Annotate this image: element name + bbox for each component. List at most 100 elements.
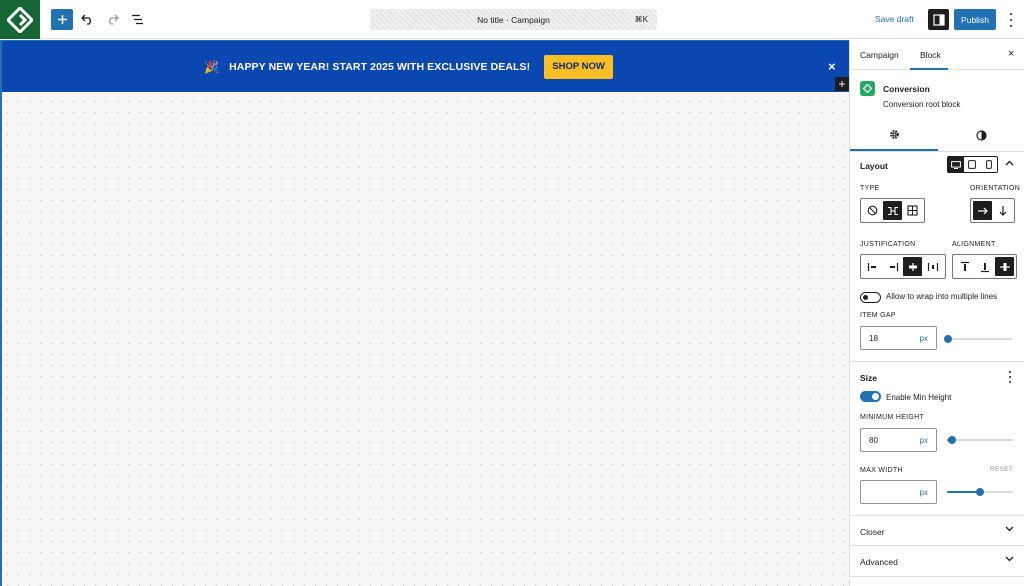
- min-height-value: 80: [869, 436, 878, 445]
- editor-canvas[interactable]: 🎉 HAPPY NEW YEAR! START 2025 WITH EXCLUS…: [0, 40, 849, 586]
- size-section-title: Size: [860, 373, 878, 383]
- dot-icon: [1009, 376, 1011, 378]
- slider-thumb[interactable]: [976, 488, 984, 496]
- orientation-vertical-button[interactable]: [993, 201, 1012, 220]
- item-gap-slider[interactable]: [944, 335, 1013, 343]
- type-none-button[interactable]: [863, 201, 882, 220]
- max-width-slider[interactable]: [947, 488, 1013, 496]
- promo-banner[interactable]: 🎉 HAPPY NEW YEAR! START 2025 WITH EXCLUS…: [2, 41, 849, 92]
- mobile-device-button[interactable]: [981, 157, 997, 172]
- panel-title: Closer: [860, 527, 885, 537]
- justify-center-button[interactable]: [903, 257, 922, 276]
- section-divider: [850, 576, 1024, 577]
- document-overview-button[interactable]: [126, 9, 148, 30]
- layout-type-control: [860, 198, 925, 223]
- max-width-label: MAX WIDTH: [860, 467, 903, 474]
- block-settings-sidebar: Campaign Block × Conversion Conversion r…: [849, 40, 1024, 586]
- type-grid-button[interactable]: [903, 201, 922, 220]
- block-description: Conversion root block: [883, 100, 961, 109]
- collapse-layout-button[interactable]: [1005, 159, 1014, 168]
- gear-icon: [889, 130, 899, 139]
- publish-button[interactable]: Publish: [954, 9, 996, 30]
- tab-block[interactable]: Block: [920, 50, 941, 60]
- align-center-icon: [999, 262, 1010, 271]
- save-draft-button[interactable]: Save draft: [875, 14, 914, 24]
- align-bottom-icon: [980, 262, 989, 272]
- align-center-button[interactable]: [995, 257, 1014, 276]
- sidebar-icon: [932, 13, 945, 26]
- redo-button[interactable]: [101, 9, 123, 30]
- dot-icon: [1010, 19, 1012, 21]
- chevron-up-icon: [1005, 160, 1014, 166]
- tab-settings[interactable]: [850, 120, 938, 151]
- close-sidebar-icon[interactable]: ×: [1008, 48, 1014, 60]
- list-view-icon: [131, 14, 143, 25]
- command-palette-bar[interactable]: No title · Campaign ⌘K: [370, 9, 657, 30]
- chevron-down-icon: [1005, 556, 1014, 562]
- panel-advanced[interactable]: Advanced: [850, 546, 1024, 576]
- plus-icon: [57, 15, 67, 24]
- command-shortcut: ⌘K: [634, 15, 648, 24]
- min-height-unit[interactable]: px: [920, 436, 928, 445]
- tab-campaign[interactable]: Campaign: [860, 50, 899, 60]
- orientation-control: [970, 198, 1015, 223]
- item-gap-label: ITEM GAP: [860, 312, 896, 319]
- align-bottom-button[interactable]: [975, 257, 994, 276]
- chevron-down-icon: [1005, 526, 1014, 532]
- device-preview-switcher: [947, 156, 998, 173]
- settings-sidebar-toggle[interactable]: [928, 9, 949, 30]
- wrap-toggle[interactable]: [860, 292, 881, 303]
- banner-message: HAPPY NEW YEAR! START 2025 WITH EXCLUSIV…: [229, 60, 531, 73]
- justify-right-icon: [889, 262, 898, 271]
- banner-close-icon[interactable]: ×: [828, 59, 836, 74]
- flex-row-icon: [887, 206, 898, 215]
- desktop-device-button[interactable]: [948, 157, 965, 172]
- add-block-button[interactable]: [51, 9, 73, 30]
- tablet-device-button[interactable]: [964, 157, 980, 172]
- justify-left-button[interactable]: [863, 257, 882, 276]
- min-height-slider[interactable]: [947, 436, 1013, 444]
- max-width-reset-button[interactable]: RESET: [990, 466, 1013, 473]
- justify-space-between-button[interactable]: [923, 257, 942, 276]
- desktop-icon: [951, 160, 962, 169]
- logo-icon: [7, 6, 33, 33]
- panel-closer[interactable]: Closer: [850, 516, 1024, 546]
- block-appender-button[interactable]: +: [835, 77, 849, 91]
- type-flex-button[interactable]: [883, 201, 902, 220]
- alignment-label: ALIGNMENT: [952, 241, 996, 248]
- slider-thumb[interactable]: [948, 436, 957, 444]
- min-height-toggle[interactable]: [860, 391, 881, 402]
- tab-styles[interactable]: [938, 120, 1024, 151]
- editor-top-bar: No title · Campaign ⌘K Save draft Publis…: [0, 0, 1024, 39]
- undo-button[interactable]: [76, 9, 98, 30]
- item-gap-unit[interactable]: px: [920, 334, 928, 343]
- min-height-toggle-label: Enable Min Height: [886, 393, 952, 402]
- size-options-button[interactable]: [1008, 371, 1012, 383]
- options-menu-button[interactable]: [1005, 12, 1017, 28]
- arrow-down-icon: [999, 205, 1006, 216]
- orientation-horizontal-button[interactable]: [973, 201, 992, 220]
- justify-right-button[interactable]: [883, 257, 902, 276]
- ban-icon: [867, 205, 878, 216]
- shop-now-button[interactable]: SHOP NOW: [544, 54, 613, 79]
- dot-icon: [1009, 371, 1011, 373]
- alignment-control: [952, 254, 1017, 279]
- tablet-icon: [968, 160, 977, 169]
- justification-label: JUSTIFICATION: [860, 241, 916, 248]
- min-height-input[interactable]: 80 px: [860, 428, 937, 452]
- redo-icon: [108, 14, 119, 25]
- item-gap-input[interactable]: 18 px: [860, 326, 937, 350]
- block-card: Conversion Conversion root block: [850, 71, 1024, 116]
- justify-space-between-icon: [927, 262, 938, 271]
- max-width-unit[interactable]: px: [920, 488, 928, 497]
- grid-icon: [907, 205, 918, 216]
- block-name: Conversion: [883, 84, 930, 94]
- site-logo[interactable]: [0, 0, 40, 39]
- max-width-input[interactable]: px: [860, 480, 937, 504]
- document-title: No title · Campaign: [477, 14, 550, 25]
- conversion-block-icon: [860, 81, 875, 96]
- undo-icon: [80, 14, 91, 25]
- orientation-label: ORIENTATION: [970, 185, 1021, 192]
- align-top-button[interactable]: [955, 257, 974, 276]
- slider-thumb[interactable]: [944, 335, 953, 343]
